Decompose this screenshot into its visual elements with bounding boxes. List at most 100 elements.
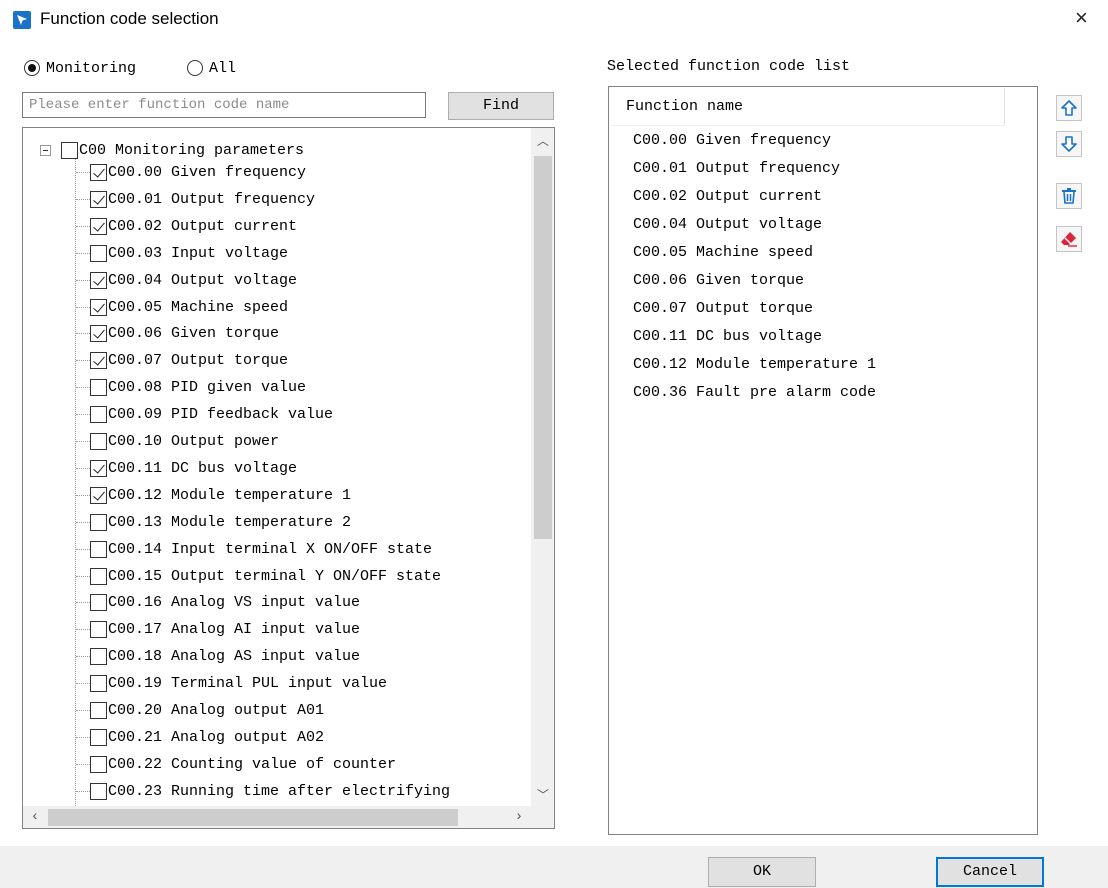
collapse-toggle-icon[interactable]: [40, 145, 51, 156]
tree-item[interactable]: C00.04 Output voltage: [90, 267, 297, 293]
list-item[interactable]: C00.11 DC bus voltage: [633, 328, 822, 352]
app-icon: [13, 11, 31, 29]
tree-connector-line: [76, 522, 90, 523]
checkbox-checked[interactable]: [90, 217, 107, 235]
checkbox-unchecked[interactable]: [90, 378, 107, 396]
tree-item[interactable]: C00.06 Given torque: [90, 320, 279, 346]
scroll-up-icon[interactable]: ︿: [531, 130, 554, 154]
list-item[interactable]: C00.00 Given frequency: [633, 132, 831, 156]
scroll-right-icon[interactable]: ›: [507, 806, 531, 828]
tree-item-label: C00.10 Output power: [108, 432, 280, 450]
radio-all[interactable]: All: [187, 58, 236, 78]
search-input[interactable]: [22, 92, 426, 118]
checkbox-unchecked[interactable]: [90, 567, 107, 585]
move-down-button[interactable]: [1056, 131, 1082, 157]
tree-connector-line: [76, 737, 90, 738]
tree-connector-line: [76, 307, 90, 308]
tree-item[interactable]: C00.22 Counting value of counter: [90, 751, 396, 777]
tree-item-label: C00.11 DC bus voltage: [108, 459, 298, 477]
tree-item[interactable]: C00.01 Output frequency: [90, 186, 315, 212]
tree-item[interactable]: C00.18 Analog AS input value: [90, 643, 360, 669]
tree-item[interactable]: C00.02 Output current: [90, 213, 297, 239]
list-item[interactable]: C00.07 Output torque: [633, 300, 813, 324]
vertical-scrollbar[interactable]: ︿ ﹀: [531, 128, 554, 808]
tree-item[interactable]: C00.08 PID given value: [90, 374, 306, 400]
tree-connector-line: [76, 791, 90, 792]
checkbox-unchecked[interactable]: [90, 593, 107, 611]
tree-item[interactable]: C00.13 Module temperature 2: [90, 509, 351, 535]
tree-item[interactable]: C00.11 DC bus voltage: [90, 455, 297, 481]
tree-connector-line: [76, 226, 90, 227]
list-item[interactable]: C00.04 Output voltage: [633, 216, 822, 240]
vertical-scroll-thumb[interactable]: [534, 156, 552, 539]
tree-item[interactable]: C00.21 Analog output A02: [90, 724, 324, 750]
cancel-button[interactable]: Cancel: [936, 857, 1044, 887]
checkbox-unchecked[interactable]: [90, 755, 107, 773]
ok-button[interactable]: OK: [708, 857, 816, 887]
tree-item-label: C00.03 Input voltage: [108, 244, 289, 262]
list-item[interactable]: C00.02 Output current: [633, 188, 822, 212]
checkbox-checked[interactable]: [90, 298, 107, 316]
tree-item[interactable]: C00.16 Analog VS input value: [90, 589, 360, 615]
list-item[interactable]: C00.05 Machine speed: [633, 244, 813, 268]
checkbox-root[interactable]: [61, 141, 78, 159]
tree-item-label: C00.02 Output current: [108, 217, 298, 235]
checkbox-unchecked[interactable]: [90, 432, 107, 450]
horizontal-scroll-thumb[interactable]: [48, 809, 458, 826]
tree-item-label: C00.13 Module temperature 2: [108, 513, 352, 531]
move-up-button[interactable]: [1056, 95, 1082, 121]
horizontal-scrollbar[interactable]: ‹ ›: [23, 806, 531, 828]
tree-connector-line: [76, 280, 90, 281]
tree-item[interactable]: C00.07 Output torque: [90, 347, 288, 373]
find-button[interactable]: Find: [448, 92, 554, 120]
checkbox-unchecked[interactable]: [90, 701, 107, 719]
checkbox-unchecked[interactable]: [90, 620, 107, 638]
checkbox-unchecked[interactable]: [90, 647, 107, 665]
list-item[interactable]: C00.12 Module temperature 1: [633, 356, 876, 380]
list-item[interactable]: C00.36 Fault pre alarm code: [633, 384, 876, 408]
tree-item[interactable]: C00.10 Output power: [90, 428, 279, 454]
checkbox-checked[interactable]: [90, 486, 107, 504]
delete-button[interactable]: [1056, 183, 1082, 209]
tree-item[interactable]: C00.12 Module temperature 1: [90, 482, 351, 508]
tree-item[interactable]: C00.00 Given frequency: [90, 159, 306, 185]
tree-item[interactable]: C00.05 Machine speed: [90, 294, 288, 320]
tree-item[interactable]: C00.14 Input terminal X ON/OFF state: [90, 536, 432, 562]
checkbox-checked[interactable]: [90, 459, 107, 477]
list-item[interactable]: C00.06 Given torque: [633, 272, 804, 296]
checkbox-unchecked[interactable]: [90, 540, 107, 558]
window-title: Function code selection: [40, 9, 219, 28]
checkbox-checked[interactable]: [90, 351, 107, 369]
radio-monitoring[interactable]: Monitoring: [24, 58, 136, 78]
arrow-down-icon: [1061, 136, 1077, 152]
radio-unselected-icon: [187, 60, 203, 76]
function-code-tree: C00 Monitoring parameters C00.00 Given f…: [22, 127, 555, 829]
close-icon[interactable]: ×: [1075, 6, 1088, 30]
checkbox-checked[interactable]: [90, 190, 107, 208]
scroll-left-icon[interactable]: ‹: [23, 806, 47, 828]
clear-all-button[interactable]: [1056, 226, 1082, 252]
scroll-down-icon[interactable]: ﹀: [531, 784, 554, 808]
checkbox-checked[interactable]: [90, 163, 107, 181]
tree-item-label: C00.20 Analog output A01: [108, 701, 325, 719]
checkbox-unchecked[interactable]: [90, 782, 107, 800]
checkbox-unchecked[interactable]: [90, 405, 107, 423]
tree-connector-line: [76, 656, 90, 657]
tree-item[interactable]: C00.20 Analog output A01: [90, 697, 324, 723]
tree-item[interactable]: C00.17 Analog AI input value: [90, 616, 360, 642]
checkbox-unchecked[interactable]: [90, 728, 107, 746]
checkbox-checked[interactable]: [90, 271, 107, 289]
column-header-function-name[interactable]: Function name: [610, 88, 1005, 126]
tree-item[interactable]: C00.15 Output terminal Y ON/OFF state: [90, 563, 441, 589]
tree-item[interactable]: C00.19 Terminal PUL input value: [90, 670, 387, 696]
checkbox-checked[interactable]: [90, 324, 107, 342]
checkbox-unchecked[interactable]: [90, 244, 107, 262]
selected-function-list: Function name C00.00 Given frequency C00.…: [608, 86, 1038, 835]
tree-item[interactable]: C00.03 Input voltage: [90, 240, 288, 266]
tree-item-label: C00.09 PID feedback value: [108, 405, 334, 423]
tree-item[interactable]: C00.23 Running time after electrifying: [90, 778, 450, 804]
checkbox-unchecked[interactable]: [90, 674, 107, 692]
list-item[interactable]: C00.01 Output frequency: [633, 160, 840, 184]
checkbox-unchecked[interactable]: [90, 513, 107, 531]
tree-item[interactable]: C00.09 PID feedback value: [90, 401, 333, 427]
